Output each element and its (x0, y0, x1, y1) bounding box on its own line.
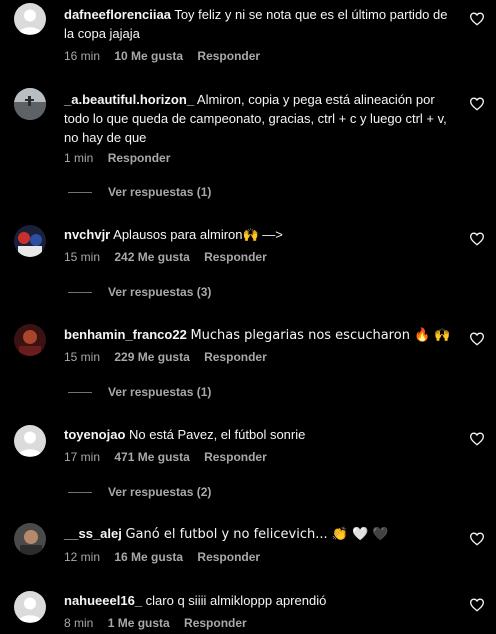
default-avatar-icon[interactable] (14, 3, 46, 35)
comment-likes[interactable]: 471 Me gusta (114, 450, 189, 464)
view-replies-button[interactable]: Ver respuestas (1) (68, 385, 211, 399)
heart-outline-icon[interactable] (469, 231, 485, 247)
photo-avatar-alej[interactable] (14, 523, 46, 555)
replies-divider (68, 192, 92, 194)
replies-divider (68, 492, 92, 494)
comment-text-block: nahueeel16_ claro q siiii almikloppp apr… (64, 591, 460, 610)
comment-text: No está Pavez, el fútbol sonrie (129, 427, 306, 442)
view-replies-label: Ver respuestas (1) (108, 385, 212, 399)
comment-username[interactable]: nahueeel16_ (64, 593, 142, 608)
comment-time: 15 min (64, 250, 101, 264)
comment-text: Aplausos para almiron🙌 —> (113, 227, 283, 242)
comment-text: Ganó el futbol y no felicevich... 👏 🤍 🖤 (125, 527, 389, 542)
view-replies-label: Ver respuestas (1) (108, 185, 212, 199)
view-replies-label: Ver respuestas (2) (108, 485, 212, 499)
comment-meta: 15 min 229 Me gusta Responder (64, 350, 278, 364)
comment-likes[interactable]: 10 Me gusta (114, 49, 183, 63)
comment-time: 12 min (64, 550, 101, 564)
heart-outline-icon[interactable] (469, 11, 485, 27)
comment-meta: 17 min 471 Me gusta Responder (64, 450, 278, 464)
reply-button[interactable]: Responder (204, 250, 267, 264)
view-replies-label: Ver respuestas (3) (108, 285, 212, 299)
reply-button[interactable]: Responder (204, 450, 267, 464)
reply-button[interactable]: Responder (204, 350, 267, 364)
comment-time: 17 min (64, 450, 101, 464)
heart-outline-icon[interactable] (469, 531, 485, 547)
comment-username[interactable]: toyenojao (64, 427, 125, 442)
photo-avatar-horizon[interactable] (14, 88, 46, 120)
comment-meta: 15 min 242 Me gusta Responder (64, 250, 278, 264)
comment-meta: 16 min 10 Me gusta Responder (64, 49, 271, 63)
reply-button[interactable]: Responder (108, 151, 171, 165)
comment-likes[interactable]: 242 Me gusta (114, 250, 189, 264)
replies-divider (68, 292, 92, 294)
comment-username[interactable]: benhamin_franco22 (64, 327, 187, 342)
reply-button[interactable]: Responder (197, 49, 260, 63)
comment-time: 16 min (64, 49, 101, 63)
view-replies-button[interactable]: Ver respuestas (2) (68, 485, 211, 499)
heart-outline-icon[interactable] (469, 96, 485, 112)
comment-username[interactable]: __ss_alej (64, 526, 122, 541)
comment-text-block: _a.beautiful.horizon_ Almiron, copia y p… (64, 90, 460, 147)
comment-text-block: dafneeflorenciiaa Toy feliz y ni se nota… (64, 5, 460, 43)
comment-text-block: toyenojao No está Pavez, el fútbol sonri… (64, 425, 460, 444)
comment-username[interactable]: dafneeflorenciiaa (64, 7, 171, 22)
view-replies-button[interactable]: Ver respuestas (3) (68, 285, 211, 299)
default-avatar-icon[interactable] (14, 425, 46, 457)
comment-text: claro q siiii almikloppp aprendió (145, 593, 327, 608)
photo-avatar-nvchvjr[interactable] (14, 225, 46, 257)
comment-username[interactable]: _a.beautiful.horizon_ (64, 92, 194, 107)
default-avatar-icon[interactable] (14, 591, 46, 623)
comment-meta: 1 min Responder (64, 151, 181, 165)
comment-likes[interactable]: 16 Me gusta (114, 550, 183, 564)
heart-outline-icon[interactable] (469, 597, 485, 613)
reply-button[interactable]: Responder (184, 616, 247, 630)
comment-time: 1 min (64, 151, 94, 165)
comment-meta: 8 min 1 Me gusta Responder (64, 616, 258, 630)
comment-text-block: nvchvjr Aplausos para almiron🙌 —> (64, 225, 460, 244)
comment-likes[interactable]: 1 Me gusta (108, 616, 170, 630)
comment-time: 15 min (64, 350, 101, 364)
replies-divider (68, 392, 92, 394)
heart-outline-icon[interactable] (469, 331, 485, 347)
comment-text-block: __ss_alej Ganó el futbol y no felicevich… (64, 524, 460, 544)
comment-meta: 12 min 16 Me gusta Responder (64, 550, 271, 564)
photo-avatar-benhamin[interactable] (14, 324, 46, 356)
view-replies-button[interactable]: Ver respuestas (1) (68, 185, 211, 199)
comment-likes[interactable]: 229 Me gusta (114, 350, 189, 364)
comment-time: 8 min (64, 616, 94, 630)
comment-username[interactable]: nvchvjr (64, 227, 110, 242)
heart-outline-icon[interactable] (469, 431, 485, 447)
comment-text: Muchas plegarias nos escucharon 🔥 🙌 (190, 328, 451, 343)
comment-text-block: benhamin_franco22 Muchas plegarias nos e… (64, 325, 460, 345)
reply-button[interactable]: Responder (197, 550, 260, 564)
